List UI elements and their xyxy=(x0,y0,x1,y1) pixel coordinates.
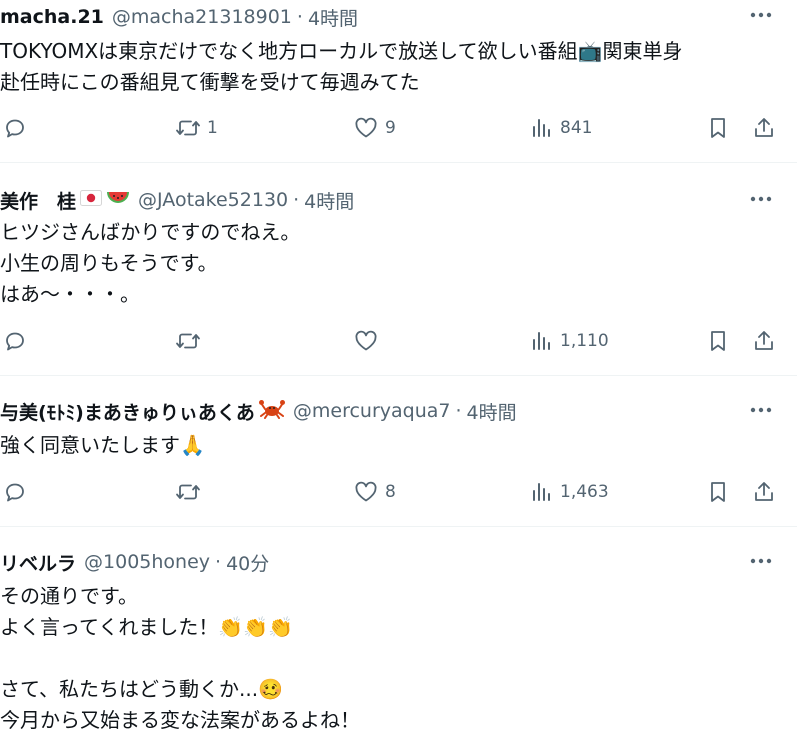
bookmark-button[interactable] xyxy=(706,116,730,140)
views-button[interactable]: 1,463 xyxy=(530,480,609,504)
timestamp[interactable]: 40分 xyxy=(226,549,269,576)
user-handle[interactable]: @JAotake52130 xyxy=(138,189,288,211)
tweet-header: リベルラ @1005honey · 40分 xyxy=(0,547,269,577)
tweet[interactable]: 美作 桂 @JAotake52130 · 4時間 ヒツジさんばかりですのでねえ。… xyxy=(0,185,797,376)
tweet-text: ヒツジさんばかりですのでねえ。 小生の周りもそうです。 はあ～・・・。 xyxy=(0,220,301,306)
timestamp[interactable]: 4時間 xyxy=(308,4,358,31)
view-count: 1,110 xyxy=(560,331,609,351)
divider xyxy=(0,162,797,163)
like-button[interactable]: 8 xyxy=(353,480,396,504)
bookmark-icon xyxy=(711,482,725,502)
views-button[interactable]: 841 xyxy=(530,116,592,140)
action-bar: 1,110 xyxy=(0,329,797,357)
share-button[interactable] xyxy=(752,116,776,140)
user-handle[interactable]: @mercuryaqua7 xyxy=(293,400,451,422)
display-name[interactable]: リベルラ xyxy=(0,549,76,576)
display-name[interactable]: 美作 桂 xyxy=(0,187,76,214)
display-name[interactable]: 与美(ﾓﾄﾐ)まあきゅりぃあくあ xyxy=(0,398,255,425)
reply-button[interactable] xyxy=(3,116,33,140)
like-button[interactable]: 9 xyxy=(353,116,396,140)
bookmark-button[interactable] xyxy=(706,329,730,353)
heart-icon xyxy=(355,330,377,351)
retweet-icon xyxy=(176,484,200,500)
user-handle[interactable]: @1005honey xyxy=(84,551,210,573)
reply-button[interactable] xyxy=(3,329,33,353)
analytics-icon xyxy=(533,332,550,350)
share-button[interactable] xyxy=(752,480,776,504)
view-count: 841 xyxy=(560,118,593,138)
like-count: 8 xyxy=(385,482,396,502)
tweet-header: macha.21 @macha21318901 · 4時間 xyxy=(0,2,358,32)
retweet-button[interactable]: 1 xyxy=(175,116,218,140)
retweet-icon xyxy=(176,120,200,136)
reply-feed: macha.21 @macha21318901 · 4時間 TOKYOMXは東京… xyxy=(0,0,797,735)
share-icon xyxy=(755,331,773,350)
separator-dot: · xyxy=(296,6,303,28)
more-options-icon[interactable] xyxy=(746,188,776,210)
separator-dot: · xyxy=(215,551,222,573)
more-options-icon[interactable] xyxy=(746,550,776,572)
tweet[interactable]: リベルラ @1005honey · 40分 その通りです。 よく言ってくれました… xyxy=(0,547,797,735)
tweet[interactable]: 与美(ﾓﾄﾐ)まあきゅりぃあくあ @mercuryaqua7 · 4時間 強く同… xyxy=(0,396,797,527)
like-count: 9 xyxy=(385,118,396,138)
reply-icon xyxy=(6,483,24,502)
like-button[interactable] xyxy=(353,329,385,353)
display-name[interactable]: macha.21 xyxy=(0,6,104,28)
reply-button[interactable] xyxy=(3,480,33,504)
share-icon xyxy=(755,118,773,137)
action-bar: 8 1,463 xyxy=(0,480,797,508)
separator-dot: · xyxy=(455,400,462,422)
tweet-text: 強く同意いたします🙏 xyxy=(0,433,205,457)
more-options-icon[interactable] xyxy=(746,399,776,421)
jp-flag-icon xyxy=(80,189,103,211)
bookmark-icon xyxy=(711,331,725,351)
timestamp[interactable]: 4時間 xyxy=(304,187,354,214)
tweet-text: その通りです。 よく言ってくれました！👏👏👏 さて、私たちはどう動くか...🥴 … xyxy=(0,584,360,732)
reply-icon xyxy=(6,332,24,351)
reply-icon xyxy=(6,119,24,138)
retweet-count: 1 xyxy=(207,118,218,138)
tweet-text: TOKYOMXは東京だけでなく地方ローカルで放送して欲しい番組📺関東単身 赴任時… xyxy=(0,39,683,94)
crab-icon xyxy=(258,399,285,424)
share-icon xyxy=(755,482,773,501)
more-options-icon[interactable] xyxy=(746,4,776,26)
heart-icon xyxy=(355,117,377,138)
separator-dot: · xyxy=(293,189,300,211)
bookmark-button[interactable] xyxy=(706,480,730,504)
user-handle[interactable]: @macha21318901 xyxy=(112,6,292,28)
retweet-icon xyxy=(176,333,200,349)
analytics-icon xyxy=(533,483,550,501)
tweet-header: 美作 桂 @JAotake52130 · 4時間 xyxy=(0,185,354,215)
tweet-header: 与美(ﾓﾄﾐ)まあきゅりぃあくあ @mercuryaqua7 · 4時間 xyxy=(0,396,517,426)
bookmark-icon xyxy=(711,118,725,138)
tweet[interactable]: macha.21 @macha21318901 · 4時間 TOKYOMXは東京… xyxy=(0,0,797,163)
analytics-icon xyxy=(533,119,550,137)
watermelon-icon xyxy=(106,188,130,213)
timestamp[interactable]: 4時間 xyxy=(467,398,517,425)
divider xyxy=(0,526,797,527)
retweet-button[interactable] xyxy=(175,329,207,353)
share-button[interactable] xyxy=(752,329,776,353)
action-bar: 1 9 841 xyxy=(0,116,797,144)
views-button[interactable]: 1,110 xyxy=(530,329,609,353)
divider xyxy=(0,375,797,376)
heart-icon xyxy=(355,481,377,502)
retweet-button[interactable] xyxy=(175,480,207,504)
view-count: 1,463 xyxy=(560,482,609,502)
